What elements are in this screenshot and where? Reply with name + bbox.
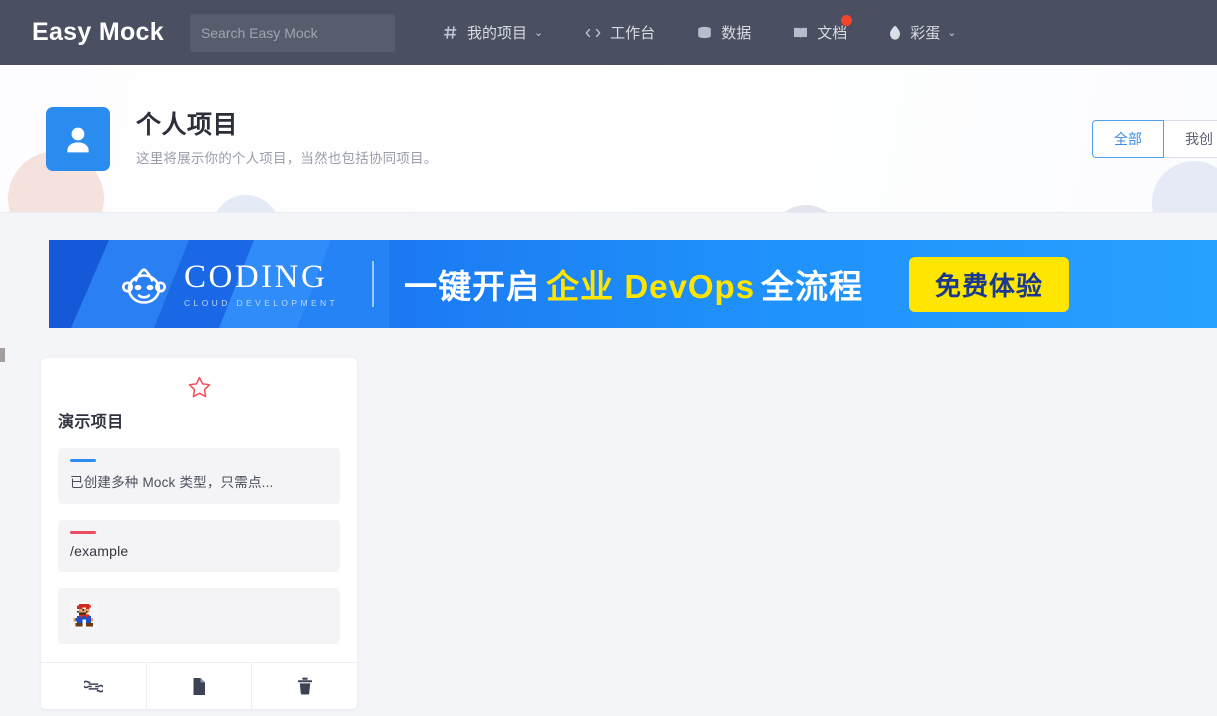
filter-button-created-by-me[interactable]: 我创 xyxy=(1164,119,1217,158)
page-title: 个人项目 xyxy=(136,111,239,139)
notification-badge-dot xyxy=(841,15,853,26)
banner-divider xyxy=(372,261,375,307)
project-path-row: /example xyxy=(58,520,340,572)
coding-logo: CODING CLOUD DEVELOPMENT xyxy=(117,260,338,308)
app-brand-logo[interactable]: Easy Mock xyxy=(32,18,164,47)
nav-item-label: 工作台 xyxy=(610,25,656,42)
page-header-band: 个人项目 这里将展示你的个人项目，当然也包括协同项目。 全部 我创 xyxy=(0,65,1217,213)
nav-items: 我的项目 ⌄ 工作台 数据 文档 彩蛋 ⌄ xyxy=(443,15,999,43)
favorite-star-button[interactable] xyxy=(58,372,340,402)
chevron-down-icon: ⌄ xyxy=(533,27,544,39)
delete-project-button[interactable] xyxy=(251,663,357,709)
scrollbar-nub[interactable] xyxy=(0,348,5,362)
headline-part-2: 全流程 xyxy=(761,268,864,305)
accent-bar-red xyxy=(70,531,96,534)
promo-banner-coding[interactable]: CODING CLOUD DEVELOPMENT 一键开启 企业 DevOps … xyxy=(49,240,1217,328)
search-input[interactable] xyxy=(189,13,395,52)
coding-tagline: CLOUD DEVELOPMENT xyxy=(184,297,339,308)
link-icon xyxy=(83,680,103,692)
nav-item-label: 我的项目 xyxy=(466,25,527,42)
database-icon xyxy=(697,26,712,39)
code-brackets-icon xyxy=(585,27,601,39)
project-title: 演示项目 xyxy=(58,414,124,431)
nav-item-data[interactable]: 数据 xyxy=(697,22,751,43)
accent-bar-blue xyxy=(70,459,96,462)
project-description: 已创建多种 Mock 类型，只需点... xyxy=(70,475,274,490)
document-icon xyxy=(193,677,205,695)
nav-item-docs[interactable]: 文档 xyxy=(793,15,853,43)
headline-highlight: 企业 DevOps xyxy=(546,268,756,305)
hash-icon xyxy=(443,25,458,40)
nav-item-my-projects[interactable]: 我的项目 ⌄ xyxy=(443,22,543,43)
nav-item-label: 数据 xyxy=(721,25,752,42)
banner-cta-button[interactable]: 免费体验 xyxy=(909,256,1070,312)
banner-headline: 一键开启 企业 DevOps 全流程 xyxy=(404,260,863,308)
page-subtitle: 这里将展示你的个人项目，当然也包括协同项目。 xyxy=(136,151,438,166)
project-base-path: /example xyxy=(70,543,129,559)
egg-icon xyxy=(889,25,901,40)
coding-monkey-icon xyxy=(122,268,166,304)
coding-wordmark: CODING xyxy=(184,258,328,295)
project-card-actions xyxy=(41,662,357,709)
nav-item-label: 彩蛋 xyxy=(910,25,941,42)
top-navbar: Easy Mock 我的项目 ⌄ 工作台 xyxy=(0,0,1217,65)
project-description-row: 已创建多种 Mock 类型，只需点... xyxy=(58,448,340,504)
filter-button-all[interactable]: 全部 xyxy=(1092,119,1164,158)
user-icon xyxy=(46,106,110,171)
project-filter-group: 全部 我创 xyxy=(1092,119,1217,158)
clone-project-button[interactable] xyxy=(145,663,252,709)
nav-item-easter-egg[interactable]: 彩蛋 ⌄ xyxy=(889,22,956,43)
copy-link-button[interactable] xyxy=(41,663,146,709)
headline-part-1: 一键开启 xyxy=(404,268,541,305)
star-outline-icon xyxy=(188,376,210,398)
project-card[interactable]: 演示项目 已创建多种 Mock 类型，只需点... /example xyxy=(41,358,357,709)
chevron-down-icon: ⌄ xyxy=(947,27,957,39)
nav-item-workbench[interactable]: 工作台 xyxy=(585,22,655,43)
book-icon xyxy=(793,26,808,39)
mario-sprite-avatar xyxy=(70,602,98,630)
trash-icon xyxy=(297,677,312,695)
project-members-row xyxy=(58,588,340,644)
